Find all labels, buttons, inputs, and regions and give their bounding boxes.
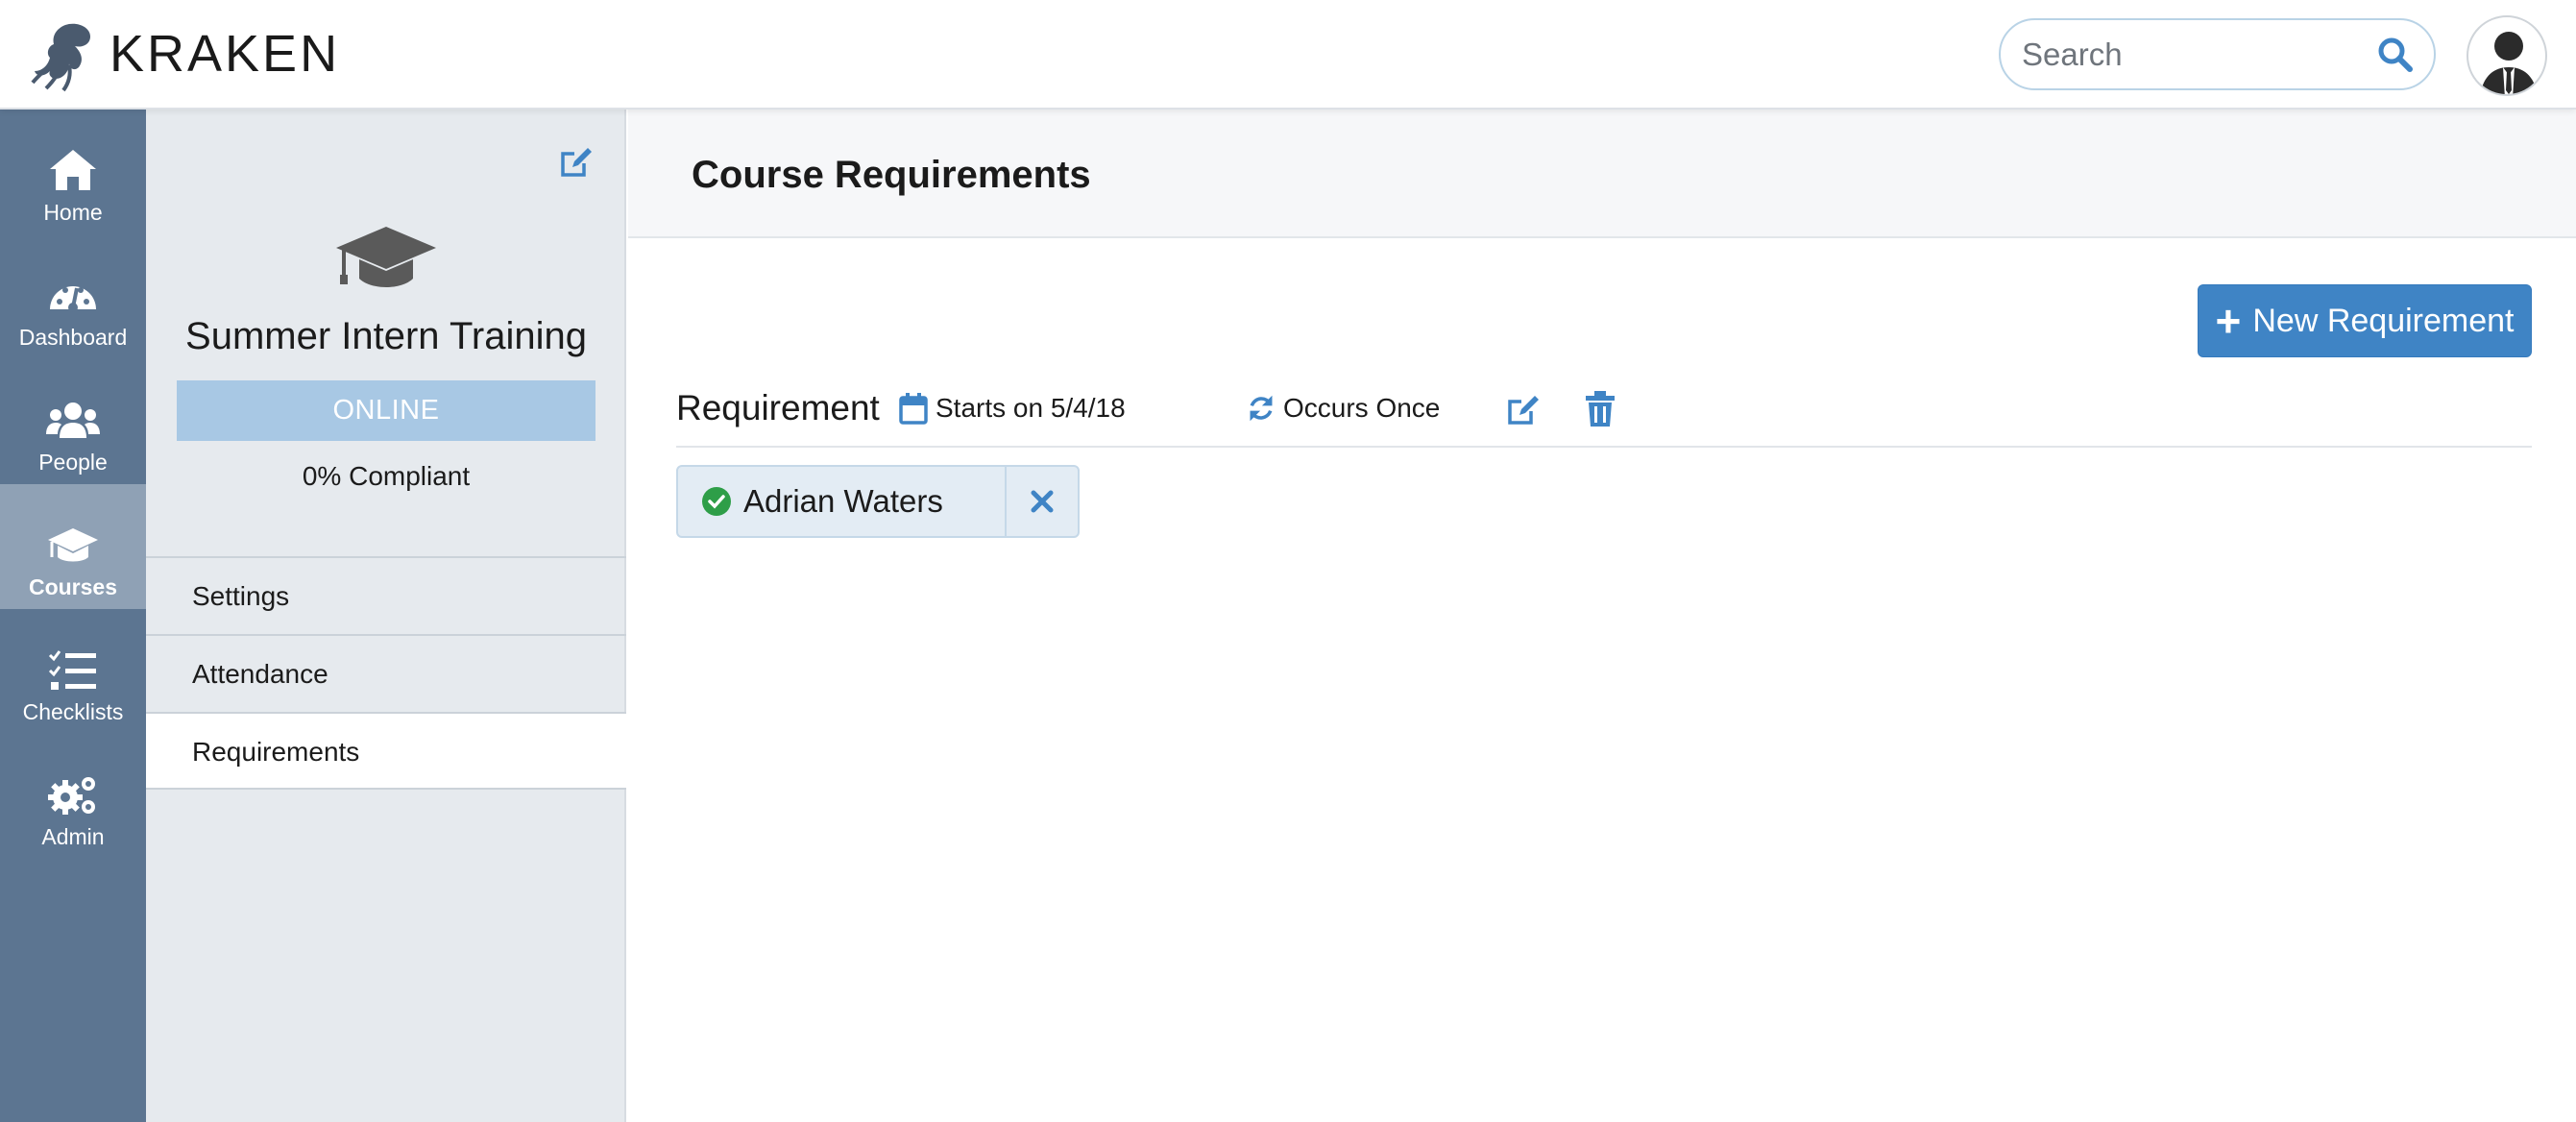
kraken-logo-icon bbox=[31, 23, 90, 92]
nav-item-people[interactable]: People bbox=[0, 359, 146, 484]
course-menu-requirements[interactable]: Requirements bbox=[146, 712, 626, 790]
new-requirement-button[interactable]: + New Requirement bbox=[2198, 284, 2532, 357]
course-menu-attendance[interactable]: Attendance bbox=[146, 634, 626, 712]
remove-assignee-button[interactable] bbox=[1005, 467, 1078, 536]
graduation-cap-icon bbox=[48, 528, 98, 562]
compliance-text: 0% Compliant bbox=[302, 461, 471, 491]
nav-item-admin[interactable]: Admin bbox=[0, 734, 146, 859]
top-bar: KRAKEN bbox=[0, 0, 2576, 110]
requirement-label: Requirement bbox=[676, 388, 880, 427]
requirement-start-text: Starts on 5/4/18 bbox=[936, 393, 1126, 423]
assignee-name-box: Adrian Waters bbox=[678, 467, 1005, 536]
requirement-occurrence-text: Occurs Once bbox=[1283, 393, 1441, 423]
page-header: Course Requirements bbox=[628, 110, 2576, 238]
delete-requirement-icon[interactable] bbox=[1583, 390, 1617, 428]
nav-item-courses[interactable]: Courses bbox=[0, 484, 146, 609]
requirement-occurrence: Occurs Once bbox=[1247, 392, 1440, 425]
nav-item-home[interactable]: Home bbox=[0, 110, 146, 234]
nav-label-courses: Courses bbox=[28, 574, 118, 599]
nav-item-checklists[interactable]: Checklists bbox=[0, 609, 146, 734]
requirement-row: Requirement Starts on 5/4/18 Occurs Once bbox=[676, 388, 2532, 448]
refresh-icon bbox=[1250, 395, 1273, 422]
brand-name: KRAKEN bbox=[109, 25, 341, 83]
gears-icon bbox=[48, 777, 95, 815]
check-circle-icon bbox=[702, 487, 731, 516]
requirement-start: Starts on 5/4/18 bbox=[899, 392, 1126, 425]
user-silhouette-icon bbox=[2480, 32, 2538, 94]
home-icon bbox=[50, 150, 96, 190]
new-requirement-label: New Requirement bbox=[2252, 302, 2515, 339]
people-icon bbox=[46, 402, 100, 438]
course-menu: Settings Attendance Requirements bbox=[146, 556, 626, 790]
search-input[interactable] bbox=[2022, 20, 2368, 88]
checklist-icon bbox=[48, 650, 96, 690]
course-title: Summer Intern Training bbox=[185, 315, 587, 357]
nav-label-people: People bbox=[38, 450, 108, 475]
close-icon bbox=[1031, 490, 1054, 513]
search-icon[interactable] bbox=[2376, 36, 2415, 74]
course-cap-icon bbox=[336, 227, 436, 287]
assignee-name: Adrian Waters bbox=[743, 483, 943, 519]
nav-label-checklists: Checklists bbox=[22, 699, 124, 724]
course-status-badge: ONLINE bbox=[177, 380, 595, 441]
edit-requirement-icon[interactable] bbox=[1504, 390, 1543, 428]
course-panel: Summer Intern Training ONLINE 0% Complia… bbox=[146, 110, 626, 1122]
main-nav: Home Dashboard People Courses Checklists… bbox=[0, 110, 146, 1122]
nav-label-home: Home bbox=[43, 200, 103, 225]
assignee-chip: Adrian Waters bbox=[676, 465, 1080, 538]
user-avatar[interactable] bbox=[2467, 15, 2547, 96]
search-box bbox=[1999, 18, 2436, 90]
plus-icon: + bbox=[2215, 296, 2242, 346]
main-content: Course Requirements + New Requirement Re… bbox=[628, 110, 2576, 1122]
dashboard-icon bbox=[50, 286, 96, 312]
calendar-icon bbox=[899, 393, 928, 425]
edit-course-icon[interactable] bbox=[557, 142, 595, 181]
course-menu-settings[interactable]: Settings bbox=[146, 556, 626, 634]
nav-label-admin: Admin bbox=[41, 824, 105, 849]
page-title: Course Requirements bbox=[692, 154, 1091, 196]
nav-label-dashboard: Dashboard bbox=[18, 325, 128, 350]
nav-item-dashboard[interactable]: Dashboard bbox=[0, 234, 146, 359]
kraken-logo[interactable]: KRAKEN bbox=[27, 15, 340, 92]
